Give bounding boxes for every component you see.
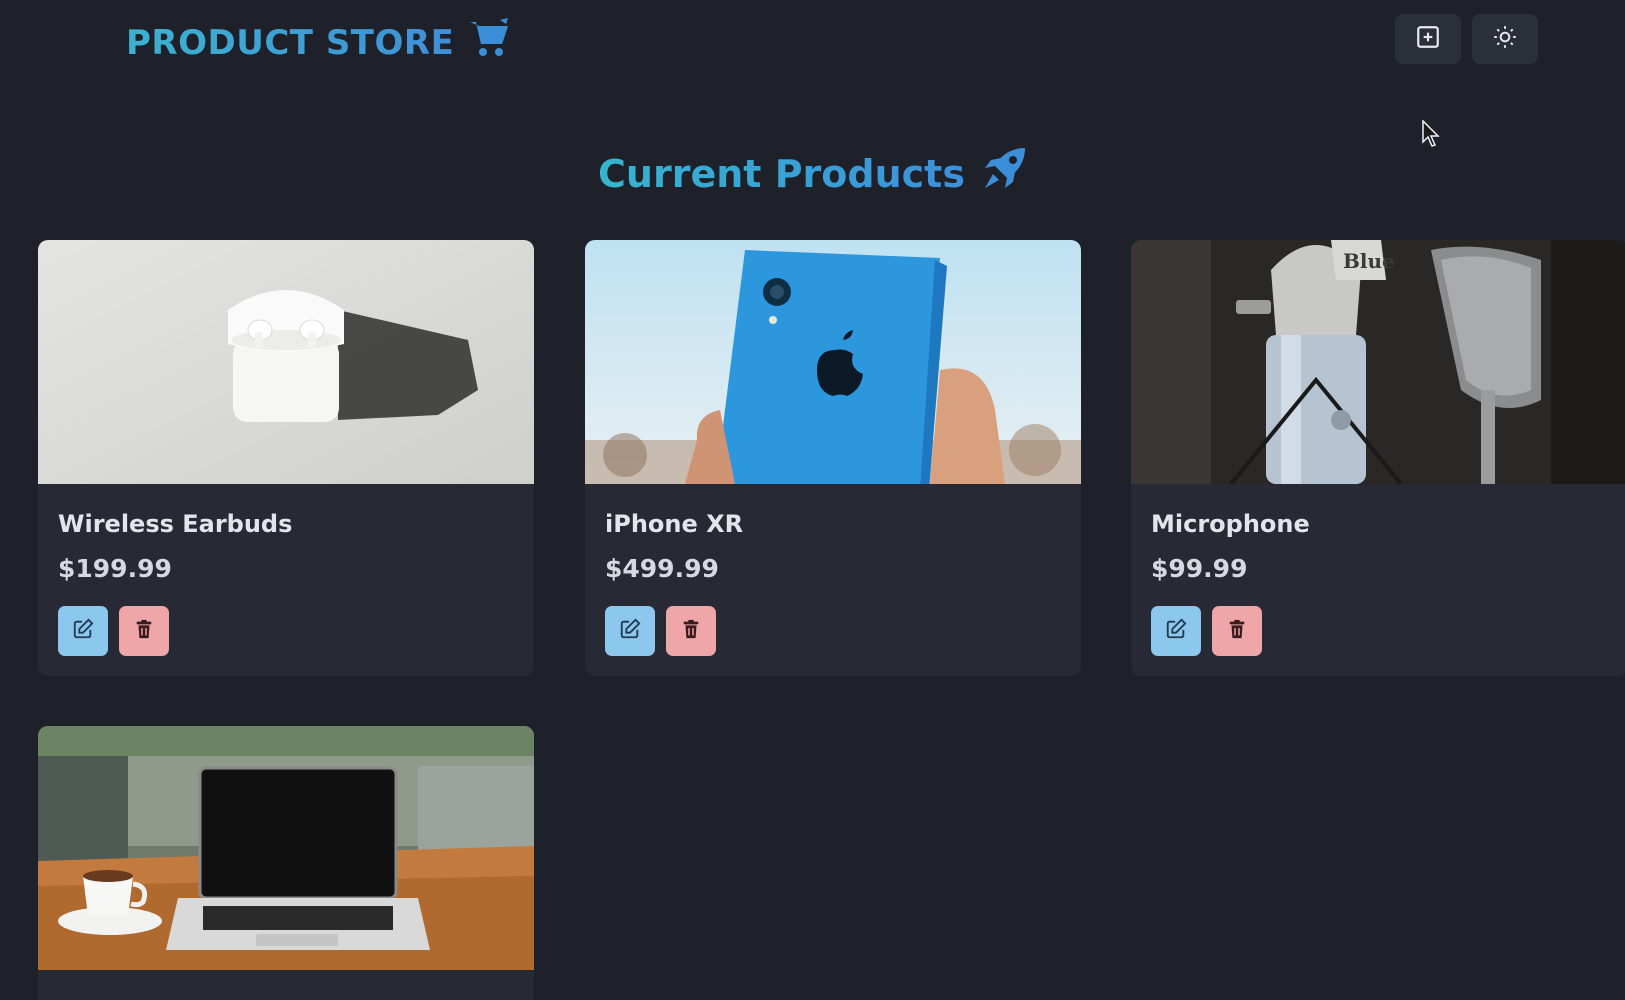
navbar: PRODUCT STORE: [0, 0, 1625, 80]
product-name: Wireless Earbuds: [58, 510, 293, 538]
earbuds-image: [38, 240, 534, 484]
edit-icon: [72, 618, 94, 644]
microphone-image: Blue: [1131, 240, 1625, 484]
trash-icon: [133, 618, 155, 644]
delete-button[interactable]: [666, 606, 716, 656]
delete-button[interactable]: [1212, 606, 1262, 656]
rocket-icon: [981, 146, 1027, 201]
product-card: Blue Microphone $99.99: [1131, 240, 1625, 676]
product-card: iPhone XR $499.99: [585, 240, 1081, 676]
page-title-text: Current Products: [598, 151, 965, 196]
trash-icon: [1226, 618, 1248, 644]
cart-icon: [468, 18, 510, 67]
trash-icon: [680, 618, 702, 644]
product-name: iPhone XR: [605, 510, 744, 538]
edit-button[interactable]: [605, 606, 655, 656]
product-price: $99.99: [1151, 554, 1248, 583]
svg-text:Blue: Blue: [1343, 249, 1395, 273]
brand-link[interactable]: PRODUCT STORE: [126, 18, 510, 67]
edit-button[interactable]: [1151, 606, 1201, 656]
sun-icon: [1492, 24, 1518, 54]
product-card: Wireless Earbuds $199.99: [38, 240, 534, 676]
theme-toggle-button[interactable]: [1472, 14, 1538, 64]
product-card: [38, 726, 534, 1000]
product-name: Microphone: [1151, 510, 1310, 538]
product-price: $199.99: [58, 554, 172, 583]
edit-icon: [1165, 618, 1187, 644]
page-title: Current Products: [0, 146, 1625, 201]
create-product-button[interactable]: [1395, 14, 1461, 64]
edit-icon: [619, 618, 641, 644]
iphone-image: [585, 240, 1081, 484]
plus-square-icon: [1415, 24, 1441, 54]
laptop-image: [38, 726, 534, 970]
delete-button[interactable]: [119, 606, 169, 656]
mouse-cursor-icon: [1422, 119, 1440, 148]
brand-title: PRODUCT STORE: [126, 22, 455, 63]
edit-button[interactable]: [58, 606, 108, 656]
product-price: $499.99: [605, 554, 719, 583]
